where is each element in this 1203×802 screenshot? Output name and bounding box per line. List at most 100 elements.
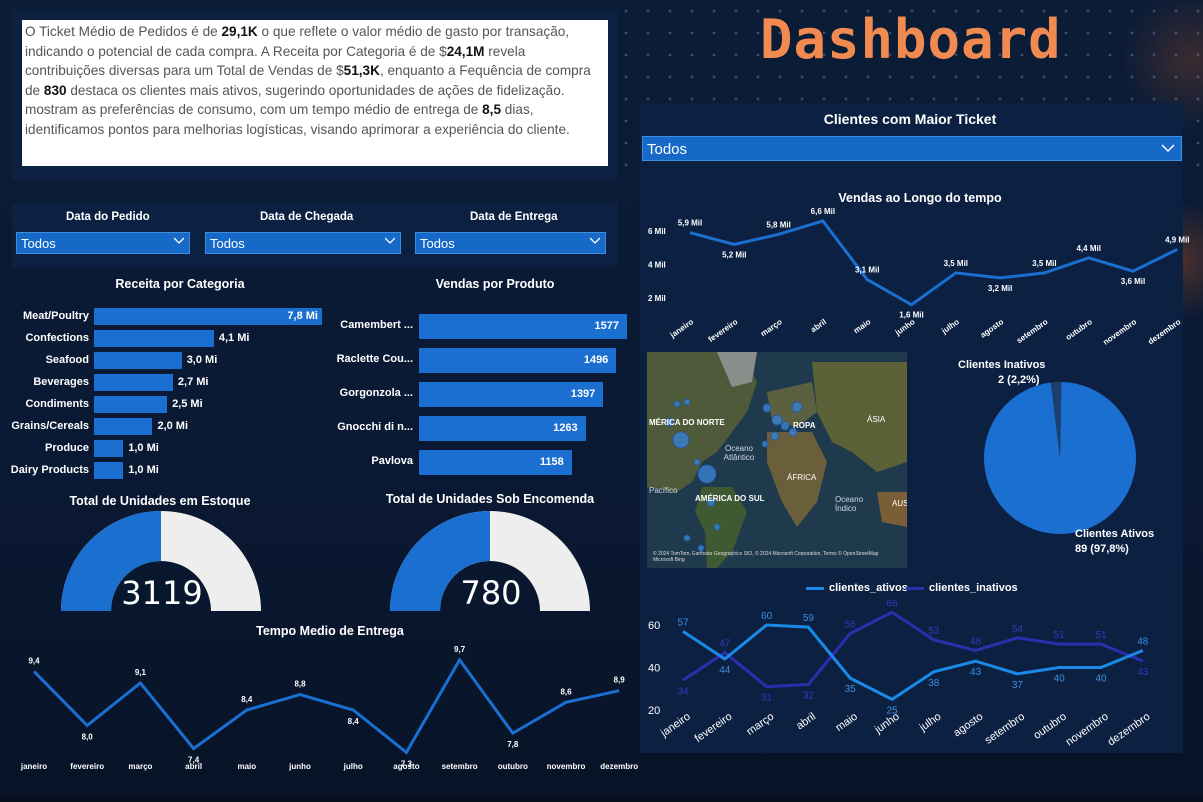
clientes-month-label: agosto [951, 711, 985, 740]
entrega-month-label: outubro [498, 762, 528, 771]
clientes-dropdown-value: Todos [647, 141, 688, 158]
clientes-month-label: dezembro [1106, 711, 1153, 749]
product-value: 1158 [539, 456, 564, 468]
entrega-data-label: 8,9 [614, 676, 626, 685]
legend-label: clientes_inativos [929, 582, 1018, 594]
map-label: Oceano Atlântico [723, 444, 755, 462]
map-bubble [762, 403, 772, 413]
filter-label-entrega: Data de Entrega [470, 211, 558, 223]
vendas-data-label: 3,5 Mil [1032, 259, 1056, 268]
category-value: 2,5 Mi [172, 398, 203, 410]
map-bubble [683, 398, 691, 406]
map-bubble [673, 400, 681, 408]
category-label: Condiments [25, 398, 89, 410]
entrega-data-label: 8,6 [560, 687, 572, 696]
vendas-data-label: 5,9 Mil [678, 219, 702, 228]
legend-swatch [906, 586, 924, 590]
vendas-month-label: janeiro [668, 317, 696, 340]
vendas-data-label: 3,2 Mil [988, 284, 1012, 293]
vendas-tempo-chart: 6 Mil 4 Mil 2 Mil 5,9 Mil janeiro 5,2 Mil feve… [648, 207, 1190, 345]
filter-dropdown-pedido[interactable]: Todos [16, 232, 190, 254]
vendas-month-label: outubro [1064, 317, 1094, 342]
filter-dropdown-chegada[interactable]: Todos [205, 232, 401, 254]
inativos-data-label: 31 [761, 693, 773, 704]
entrega-month-label: novembro [547, 762, 586, 771]
vendas-month-label: fevereiro [707, 317, 740, 344]
vendas-data-label: 5,8 Mil [766, 220, 790, 229]
receita-title: Receita por Categoria [115, 277, 245, 291]
category-bar [94, 330, 214, 347]
entrega-month-label: setembro [442, 762, 478, 771]
ativos-data-label: 37 [1012, 680, 1024, 691]
ativos-data-label: 57 [677, 617, 689, 628]
map-brand: Microsoft Bing [653, 557, 685, 563]
vendas-data-label: 3,5 Mil [944, 259, 968, 268]
clientes-month-label: fevereiro [693, 711, 735, 745]
ativos-data-label: 48 [1137, 637, 1149, 648]
inativos-data-label: 43 [1137, 667, 1149, 678]
category-label: Meat/Poultry [22, 310, 89, 322]
map-bubble [693, 458, 701, 466]
clientes-y-tick: 20 [648, 705, 660, 717]
vendas-data-label: 5,2 Mil [722, 250, 746, 259]
chevron-down-icon [590, 237, 600, 244]
category-label: Grains/Cereals [11, 420, 89, 432]
inativos-data-label: 32 [803, 691, 815, 702]
inativos-data-label: 47 [719, 639, 731, 650]
clientes-month-label: setembro [983, 711, 1027, 747]
chevron-down-icon [174, 237, 184, 244]
entrega-month-label: agosto [393, 762, 419, 771]
category-bar [94, 374, 173, 391]
filter-value: Todos [21, 236, 56, 251]
category-bar [94, 462, 124, 479]
map-bubble [780, 421, 790, 431]
entrega-data-label: 7,8 [507, 740, 519, 749]
entrega-data-label: 8,4 [241, 695, 253, 704]
entrega-data-label: 8,4 [348, 717, 360, 726]
filter-dropdown-entrega[interactable]: Todos [415, 232, 606, 254]
category-bar [94, 396, 168, 413]
summary-text: O Ticket Médio de Pedidos é de 29,1K o q… [22, 20, 608, 166]
vendas-y-tick: 6 Mil [648, 227, 666, 236]
entrega-line [32, 657, 620, 755]
category-label: Confections [25, 332, 89, 344]
inativos-data-label: 66 [886, 600, 898, 609]
product-label: Camembert ... [340, 319, 413, 331]
vendas-data-label: 3,1 Mil [855, 266, 879, 275]
map-bubble [791, 401, 803, 413]
map-label: Pacífico [649, 486, 678, 495]
vendas-month-label: março [759, 317, 784, 338]
world-map[interactable]: MÉRICA DO NORTE Oceano Atlântico ROPA ÁS… [647, 352, 907, 568]
inativos-data-label: 53 [928, 626, 940, 637]
clientes-dropdown[interactable]: Todos [642, 136, 1182, 161]
vendas-month-label: abril [809, 317, 828, 334]
clientes-linhas-chart: 604020574460 59352538433740 4048344731 3256… [648, 600, 1153, 749]
map-label: ÁSIA [867, 415, 886, 424]
vendas-y-tick: 4 Mil [648, 261, 666, 270]
category-value: 2,0 Mi [157, 420, 189, 432]
vendas-month-label: maio [852, 317, 873, 335]
legend-swatch [806, 586, 824, 590]
map-graphic [647, 352, 907, 568]
vendas-data-label: 6,6 Mil [811, 207, 835, 216]
filter-label-chegada: Data de Chegada [260, 211, 354, 223]
category-value: 4,1 Mi [218, 332, 250, 344]
clientes-month-label: janeiro [658, 711, 693, 740]
pie-value-ativos: 89 (97,8%) [1075, 543, 1129, 555]
vendas-y-tick: 2 Mil [648, 294, 666, 303]
map-label: ROPA [793, 421, 816, 430]
entrega-month-label: junho [288, 762, 311, 771]
category-value: 7,8 Mi [287, 310, 318, 322]
inativos-data-label: 48 [970, 637, 982, 648]
ativos-data-label: 60 [761, 611, 773, 622]
map-bubble [761, 440, 769, 448]
ativos-data-label: 44 [719, 665, 731, 676]
entrega-month-label: maio [237, 762, 256, 771]
product-value: 1263 [553, 422, 578, 434]
estoque-title: Total de Unidades em Estoque [69, 494, 251, 508]
entrega-month-label: janeiro [20, 762, 47, 771]
product-value: 1397 [570, 388, 596, 400]
estoque-value: 3119 [121, 574, 203, 612]
clientes-pie [984, 382, 1136, 534]
ativos-data-label: 35 [845, 684, 857, 695]
